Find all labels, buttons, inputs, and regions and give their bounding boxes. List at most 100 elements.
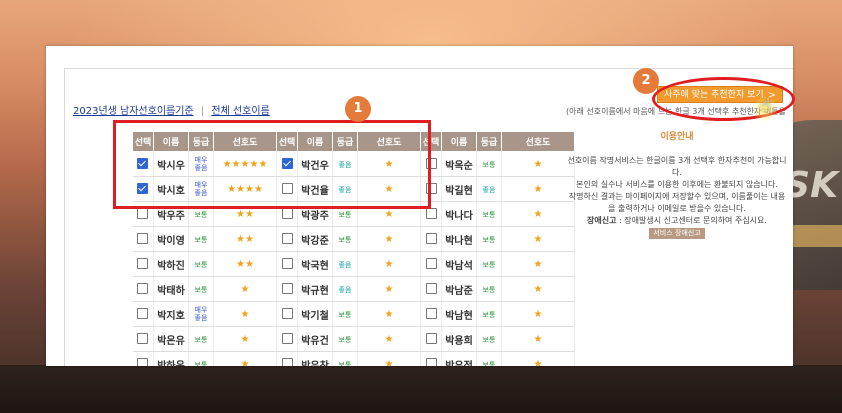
preference-cell: ★ bbox=[357, 351, 421, 366]
column-header: 이름 bbox=[441, 131, 477, 152]
grade-cell: 보통 bbox=[476, 226, 502, 252]
select-checkbox[interactable] bbox=[281, 333, 293, 345]
grade-text: 보통 bbox=[338, 335, 352, 344]
name-text: 박나현 bbox=[445, 235, 473, 247]
select-cell bbox=[276, 326, 298, 352]
grade-cell: 보통 bbox=[332, 351, 358, 367]
select-checkbox[interactable] bbox=[281, 358, 293, 366]
star-rating-icon: ★ bbox=[533, 308, 543, 320]
grade-cell: 보통 bbox=[188, 251, 214, 277]
preference-cell: ★ bbox=[501, 201, 575, 227]
select-checkbox[interactable] bbox=[137, 358, 149, 366]
select-checkbox[interactable] bbox=[425, 333, 437, 345]
grade-text: 보통 bbox=[482, 210, 496, 219]
grade-text: 좋음 bbox=[338, 260, 352, 269]
star-rating-icon: ★ bbox=[533, 333, 543, 345]
select-checkbox[interactable] bbox=[425, 308, 437, 320]
column-header: 등급 bbox=[476, 131, 502, 152]
select-cell bbox=[132, 301, 154, 327]
name-cell: 박태하 bbox=[153, 276, 189, 302]
select-cell bbox=[132, 326, 154, 352]
grade-cell: 보통 bbox=[188, 351, 214, 367]
select-cell bbox=[420, 226, 442, 252]
select-checkbox[interactable] bbox=[425, 208, 437, 220]
select-checkbox[interactable] bbox=[281, 308, 293, 320]
select-checkbox[interactable] bbox=[137, 283, 149, 295]
select-checkbox[interactable] bbox=[137, 258, 149, 270]
select-checkbox[interactable] bbox=[425, 358, 437, 366]
grade-text: 보통 bbox=[482, 260, 496, 269]
grade-cell: 보통 bbox=[332, 226, 358, 252]
link-2023-male-names[interactable]: 2023년생 남자선호이름기준 bbox=[73, 106, 194, 117]
select-checkbox[interactable] bbox=[137, 333, 149, 345]
pointer-cursor-icon: ☝ bbox=[760, 95, 771, 116]
grade-text: 보통 bbox=[194, 285, 208, 294]
select-checkbox[interactable] bbox=[425, 283, 437, 295]
service-report-button[interactable]: 서비스 장애신고 bbox=[649, 228, 705, 239]
name-text: 박용희 bbox=[445, 335, 473, 347]
preference-cell: ★ bbox=[501, 351, 575, 366]
select-checkbox[interactable] bbox=[137, 233, 149, 245]
preference-cell: ★ bbox=[357, 326, 421, 352]
name-cell: 박온유 bbox=[153, 326, 189, 352]
table-row: 박태하 보통 ★ 박규현 좋음 ★ 박남준 보통 ★ bbox=[132, 276, 575, 302]
name-text: 박유찬 bbox=[301, 360, 329, 367]
grade-cell: 좋음 bbox=[332, 251, 358, 277]
step-badge-1: 1 bbox=[345, 96, 371, 122]
preference-cell: ★★ bbox=[213, 251, 277, 277]
name-text: 박지호 bbox=[157, 310, 185, 322]
dark-bottom-strip bbox=[0, 365, 842, 413]
guide-paragraph-2: 본인의 실수나 서비스를 이용한 이후에는 환불되지 않습니다. bbox=[576, 180, 778, 189]
grade-text: 보통 bbox=[482, 360, 496, 367]
name-cell: 박하진 bbox=[153, 251, 189, 277]
preference-cell: ★ bbox=[501, 251, 575, 277]
grade-text: 보통 bbox=[338, 360, 352, 367]
grade-text: 보통 bbox=[482, 235, 496, 244]
preference-cell: ★ bbox=[357, 301, 421, 327]
name-cell: 박기철 bbox=[297, 301, 333, 327]
name-cell: 박규현 bbox=[297, 276, 333, 302]
star-rating-icon: ★ bbox=[533, 283, 543, 295]
select-checkbox[interactable] bbox=[281, 233, 293, 245]
select-cell bbox=[132, 226, 154, 252]
star-rating-icon: ★ bbox=[533, 258, 543, 270]
name-cell: 박지호 bbox=[153, 301, 189, 327]
star-rating-icon: ★ bbox=[240, 283, 250, 295]
select-cell bbox=[420, 301, 442, 327]
select-cell bbox=[276, 226, 298, 252]
select-checkbox[interactable] bbox=[281, 258, 293, 270]
grade-cell: 보통 bbox=[476, 301, 502, 327]
select-checkbox[interactable] bbox=[425, 258, 437, 270]
name-text: 박규현 bbox=[301, 285, 329, 297]
name-cell: 박옥순 bbox=[441, 151, 477, 177]
star-rating-icon: ★ bbox=[384, 308, 394, 320]
grade-cell: 보통 bbox=[476, 251, 502, 277]
link-all-names[interactable]: 전체 선호이름 bbox=[211, 106, 269, 117]
star-rating-icon: ★★ bbox=[236, 233, 254, 245]
guide-report-label: 장애신고 bbox=[587, 216, 617, 225]
grade-cell: 보통 bbox=[476, 201, 502, 227]
select-checkbox[interactable] bbox=[137, 208, 149, 220]
table-row: 박하진 보통 ★★ 박국현 좋음 ★ 박남석 보통 ★ bbox=[132, 251, 575, 277]
name-text: 박국현 bbox=[301, 260, 329, 272]
select-checkbox[interactable] bbox=[425, 233, 437, 245]
select-checkbox[interactable] bbox=[281, 208, 293, 220]
filter-links: 2023년생 남자선호이름기준 | 전체 선호이름 bbox=[73, 102, 270, 117]
grade-text: 보통 bbox=[482, 335, 496, 344]
name-cell: 박용희 bbox=[441, 326, 477, 352]
name-text: 박남석 bbox=[445, 260, 473, 272]
grade-cell: 보통 bbox=[476, 151, 502, 177]
star-rating-icon: ★ bbox=[384, 208, 394, 220]
select-cell bbox=[132, 251, 154, 277]
grade-cell: 보통 bbox=[476, 276, 502, 302]
grade-text: 보통 bbox=[194, 260, 208, 269]
select-cell bbox=[132, 276, 154, 302]
name-cell: 박유찬 bbox=[297, 351, 333, 367]
select-checkbox[interactable] bbox=[281, 283, 293, 295]
select-checkbox[interactable] bbox=[137, 308, 149, 320]
star-rating-icon: ★ bbox=[533, 158, 543, 170]
grade-cell: 보통 bbox=[332, 301, 358, 327]
preference-cell: ★ bbox=[501, 276, 575, 302]
grade-text: 보통 bbox=[194, 360, 208, 367]
grade-text: 보통 bbox=[338, 310, 352, 319]
